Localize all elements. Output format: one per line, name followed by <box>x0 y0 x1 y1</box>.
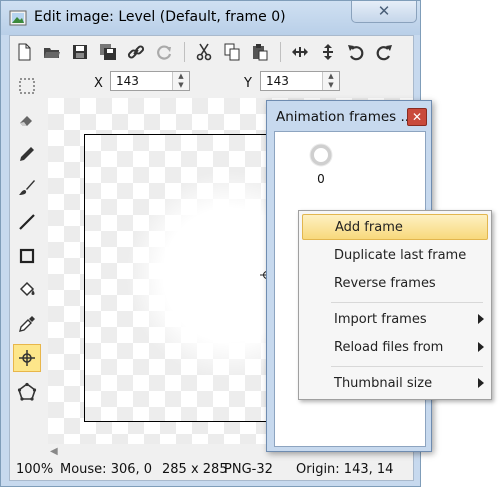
title-bar: Edit image: Level (Default, frame 0) ✕ <box>1 1 420 35</box>
y-spin-up-icon[interactable]: ▲ <box>323 72 339 81</box>
menu-item-label: Add frame <box>335 220 403 235</box>
origin-readout: Origin: 143, 14 <box>296 462 394 477</box>
move-h-icon[interactable] <box>288 40 312 64</box>
scroll-left-icon[interactable]: ◀ <box>50 446 58 457</box>
frame-context-menu: Add frame Duplicate last frame Reverse f… <box>298 210 492 400</box>
refresh-icon[interactable] <box>152 40 176 64</box>
menu-item-label: Thumbnail size <box>334 376 433 391</box>
origin-icon[interactable] <box>13 344 41 372</box>
window-title: Edit image: Level (Default, frame 0) <box>34 9 286 25</box>
menu-thumbnail-size[interactable]: Thumbnail size <box>302 371 488 397</box>
fill-bucket-icon[interactable] <box>13 276 41 304</box>
menu-reverse-frames[interactable]: Reverse frames <box>302 271 488 297</box>
animation-panel-close-icon[interactable]: ✕ <box>407 108 427 126</box>
image-size: 285 x 285 <box>162 462 228 477</box>
y-spinner[interactable]: 143 ▲ ▼ <box>260 71 340 91</box>
save-all-icon[interactable] <box>96 40 120 64</box>
frame-label: 0 <box>317 172 325 186</box>
zoom-level: 100% <box>16 462 54 477</box>
coordinate-bar: X 143 ▲ ▼ Y 143 ▲ ▼ <box>10 68 413 96</box>
undo-icon[interactable] <box>344 40 368 64</box>
status-bar: 100% Mouse: 306, 0 285 x 285 PNG-32 Orig… <box>10 460 413 480</box>
brush-icon[interactable] <box>13 174 41 202</box>
menu-add-frame[interactable]: Add frame <box>302 214 488 240</box>
submenu-arrow-icon <box>478 314 484 324</box>
save-icon[interactable] <box>68 40 92 64</box>
open-icon[interactable] <box>40 40 64 64</box>
tool-palette <box>10 68 44 448</box>
line-icon[interactable] <box>13 208 41 236</box>
menu-reload-files-from[interactable]: Reload files from <box>302 335 488 361</box>
select-rect-icon[interactable] <box>13 72 41 100</box>
window-close-button[interactable]: ✕ <box>351 1 417 23</box>
submenu-arrow-icon <box>478 378 484 388</box>
menu-import-frames[interactable]: Import frames <box>302 307 488 333</box>
new-icon[interactable] <box>12 40 36 64</box>
y-value: 143 <box>266 74 289 88</box>
submenu-arrow-icon <box>478 342 484 352</box>
toolbar-separator <box>280 42 281 62</box>
menu-separator <box>331 366 483 367</box>
menu-item-label: Reverse frames <box>334 276 436 291</box>
link-icon[interactable] <box>124 40 148 64</box>
x-spin-up-icon[interactable]: ▲ <box>173 72 189 81</box>
paste-icon[interactable] <box>248 40 272 64</box>
menu-item-label: Reload files from <box>334 340 444 355</box>
polygon-icon[interactable] <box>13 378 41 406</box>
x-spinner[interactable]: 143 ▲ ▼ <box>110 71 190 91</box>
x-spin-down-icon[interactable]: ▼ <box>173 81 189 90</box>
mouse-position: Mouse: 306, 0 <box>60 462 153 477</box>
rectangle-icon[interactable] <box>13 242 41 270</box>
redo-icon[interactable] <box>372 40 396 64</box>
x-label: X <box>94 76 103 91</box>
eraser-icon[interactable] <box>13 106 41 134</box>
menu-item-label: Import frames <box>334 312 427 327</box>
y-spin-down-icon[interactable]: ▼ <box>323 81 339 90</box>
pencil-icon[interactable] <box>13 140 41 168</box>
cut-icon[interactable] <box>192 40 216 64</box>
y-label: Y <box>244 76 252 91</box>
main-toolbar <box>10 36 413 68</box>
menu-separator <box>331 302 483 303</box>
x-value: 143 <box>116 74 139 88</box>
copy-icon[interactable] <box>220 40 244 64</box>
image-format: PNG-32 <box>224 462 273 477</box>
move-v-icon[interactable] <box>316 40 340 64</box>
menu-duplicate-last-frame[interactable]: Duplicate last frame <box>302 243 488 269</box>
eyedropper-icon[interactable] <box>13 310 41 338</box>
toolbar-separator <box>184 42 185 62</box>
animation-panel-title: Animation frames ... <box>276 109 414 125</box>
menu-item-label: Duplicate last frame <box>334 248 467 263</box>
frame-thumbnail[interactable] <box>308 142 334 168</box>
app-icon <box>9 10 27 26</box>
